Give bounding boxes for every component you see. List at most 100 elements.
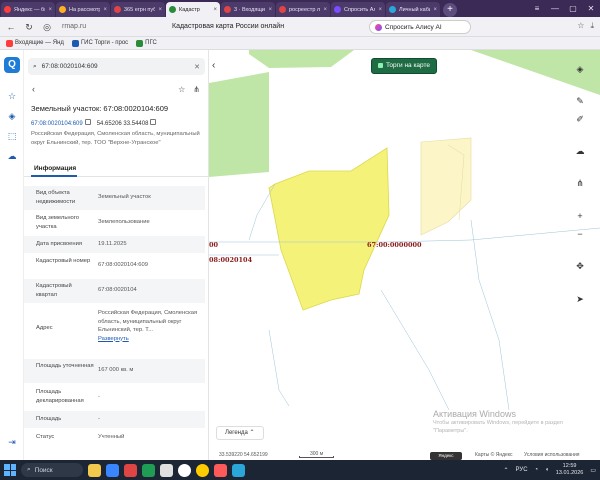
reload-icon[interactable]: ↻ — [22, 20, 36, 34]
close-icon[interactable]: × — [103, 7, 107, 13]
url-field[interactable]: rmap.ru — [62, 23, 86, 30]
boundary-line — [470, 219, 510, 411]
share-icon[interactable]: ⋔ — [193, 85, 200, 94]
search-input[interactable]: ⌕ 67:08:0020104:609 ✕ — [28, 58, 205, 75]
close-icon[interactable]: × — [378, 7, 382, 13]
expand-address-link[interactable]: Развернуть — [98, 336, 129, 342]
copy-icon[interactable] — [150, 119, 157, 125]
browser-tab[interactable]: росреестр лич× — [276, 2, 330, 17]
light-yellow-parcel[interactable] — [420, 137, 472, 236]
close-icon[interactable]: × — [213, 7, 217, 13]
maximize-icon[interactable]: ▢ — [564, 0, 582, 17]
close-icon[interactable]: × — [158, 7, 162, 13]
browser-tab[interactable]: 365 егрн публ× — [111, 2, 165, 17]
cad-number-link[interactable]: 67:08:0020104:609 — [31, 119, 91, 127]
network-icon[interactable]: ◔ — [535, 467, 539, 473]
coords-value[interactable]: 54.65206 33.54408 — [97, 119, 157, 127]
tab-information[interactable]: Информация — [34, 165, 76, 172]
close-window-icon[interactable]: ✕ — [582, 0, 600, 17]
clock-date: 13.01.2026 — [555, 470, 584, 476]
layers-icon[interactable]: ◈ — [573, 62, 587, 76]
notifications-icon[interactable]: ▭ — [590, 467, 596, 474]
close-icon[interactable]: × — [323, 7, 327, 13]
copy-icon[interactable] — [84, 119, 91, 125]
taskbar-search[interactable]: ⌕ Поиск — [21, 463, 83, 477]
bookmark-item[interactable]: ГИС Торги - прос — [71, 39, 129, 47]
tab-favicon-icon — [114, 6, 121, 13]
yandex-home-icon[interactable]: ◎ — [40, 20, 54, 34]
share-icon[interactable]: ⋔ — [573, 176, 587, 190]
yandex-browser-button[interactable]: Яндекс Браузер — [430, 452, 462, 460]
layers-icon[interactable]: ◈ — [7, 111, 17, 121]
upload-icon[interactable]: ☁ — [573, 144, 587, 158]
move-icon[interactable]: ✥ — [573, 259, 587, 273]
favorite-icon[interactable]: ☆ — [178, 85, 185, 94]
table-row: Площадь - — [24, 411, 205, 428]
minimize-icon[interactable]: — — [546, 0, 564, 17]
search-icon: ⌕ — [33, 62, 37, 70]
address-bar-actions: ☆ ⤓ — [577, 21, 594, 31]
bookmark-label: ГИС Торги - прос — [80, 40, 129, 46]
browser-tab[interactable]: Спросить Алису× — [331, 2, 385, 17]
chrome-icon[interactable] — [178, 463, 191, 477]
volume-icon[interactable]: ◖ — [545, 467, 549, 473]
close-icon[interactable]: × — [268, 7, 272, 13]
row-value: - — [98, 394, 100, 400]
search-icon: ⌕ — [27, 466, 31, 473]
close-icon[interactable]: × — [433, 7, 437, 13]
terms-link[interactable]: Условия использования — [524, 452, 580, 458]
map-canvas[interactable] — [209, 50, 600, 460]
windows-start-icon[interactable] — [4, 464, 16, 476]
windows-taskbar: ⌕ Поиск ⌃ РУС ◔ ◖ 12:59 13.01.2026 ▭ — [0, 460, 600, 480]
auctions-on-map-button[interactable]: Торги на карте — [371, 58, 437, 74]
app-icon[interactable] — [124, 463, 137, 477]
ruler-icon[interactable]: ✎ — [573, 94, 587, 108]
cadastral-map[interactable]: ‹ Торги на карте 67:00:0000000 00 08:002… — [209, 50, 600, 460]
tab-label: Кадастр — [179, 6, 200, 13]
rmap-logo-icon[interactable]: Q — [4, 57, 20, 73]
ask-alisa-button[interactable]: Спросить Алису AI — [369, 20, 471, 34]
tab-favicon-icon — [169, 6, 176, 13]
browser-tab[interactable]: Яндекс — быстр× — [1, 2, 55, 17]
geolocation-icon[interactable]: ➤ — [573, 292, 587, 306]
close-icon[interactable]: × — [48, 7, 52, 13]
legend-button[interactable]: Легенда ⌃ — [216, 426, 264, 440]
clock[interactable]: 12:59 13.01.2026 — [556, 463, 584, 477]
collapse-panel-icon[interactable]: ‹ — [212, 60, 215, 71]
bookmark-item[interactable]: ПГС — [136, 39, 157, 47]
download-icon[interactable]: ⤓ — [590, 21, 594, 31]
green-parcel-left[interactable] — [209, 72, 269, 177]
file-explorer-icon[interactable] — [88, 463, 101, 477]
bookmark-item[interactable]: Входящие — Янд — [6, 39, 64, 47]
new-tab-button[interactable]: + — [443, 3, 457, 17]
cloud-icon[interactable]: ☁ — [7, 151, 17, 161]
edit-icon[interactable]: ✐ — [573, 112, 587, 126]
menu-icon[interactable]: ≡ — [528, 0, 546, 17]
zoom-in-icon[interactable]: + — [573, 209, 587, 223]
system-tray: ⌃ РУС ◔ ◖ 12:59 13.01.2026 ▭ — [504, 463, 597, 477]
alisa-icon — [375, 23, 382, 31]
browser-tab[interactable]: На рассмотр × — [56, 2, 110, 17]
clock-time: 12:59 — [562, 463, 577, 469]
green-parcel-top[interactable] — [249, 50, 354, 68]
bookmark-icon[interactable]: ☆ — [577, 21, 584, 31]
star-icon[interactable]: ☆ — [7, 91, 17, 101]
yandex-browser-icon[interactable] — [196, 463, 209, 477]
app-icon[interactable] — [106, 463, 119, 477]
logout-icon[interactable]: ⇥ — [7, 437, 17, 447]
selected-parcel[interactable] — [268, 147, 390, 311]
select-area-icon[interactable]: ⬚ — [7, 131, 17, 141]
clear-search-icon[interactable]: ✕ — [194, 63, 200, 71]
app-icon[interactable] — [232, 463, 245, 477]
app-icon[interactable] — [214, 463, 227, 477]
zoom-out-icon[interactable]: − — [573, 227, 587, 241]
back-icon[interactable]: ← — [4, 20, 18, 34]
browser-tab[interactable]: Личный кабин× — [386, 2, 440, 17]
app-icon[interactable] — [160, 463, 173, 477]
browser-tab[interactable]: 3 · Входящие × — [221, 2, 275, 17]
back-chevron-icon[interactable]: ‹ — [32, 84, 35, 94]
language-indicator[interactable]: РУС — [516, 467, 528, 473]
tray-chevron-icon[interactable]: ⌃ — [504, 467, 509, 474]
app-icon[interactable] — [142, 463, 155, 477]
browser-tab-active[interactable]: Кадастр × — [166, 2, 220, 17]
